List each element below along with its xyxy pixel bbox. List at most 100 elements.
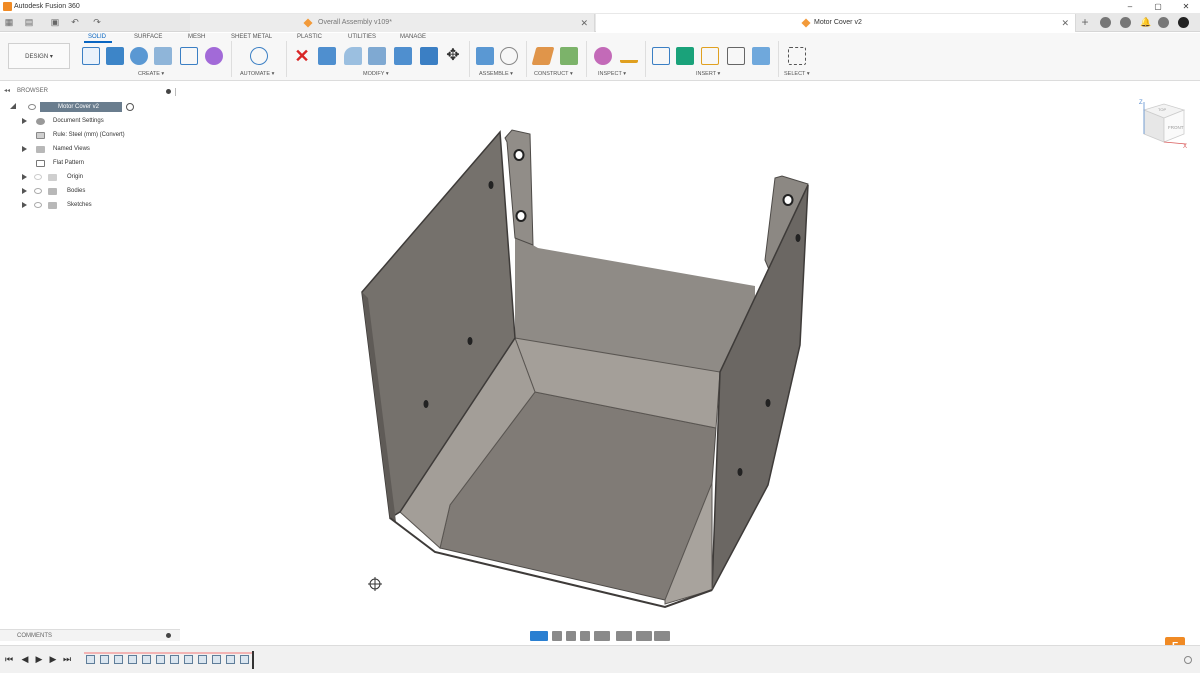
timeline-feature[interactable] xyxy=(142,655,151,664)
midplane-icon[interactable] xyxy=(560,47,578,65)
insert-svg-icon[interactable] xyxy=(727,47,745,65)
insert-derive-icon[interactable] xyxy=(652,47,670,65)
visibility-eye-icon[interactable] xyxy=(34,174,42,180)
fit-icon[interactable] xyxy=(594,631,610,641)
close-tab-icon[interactable]: ✕ xyxy=(1061,14,1069,32)
job-status-icon[interactable] xyxy=(1120,17,1131,28)
step-forward-icon[interactable]: ▶ xyxy=(48,654,58,664)
minimize-button[interactable]: – xyxy=(1120,0,1140,13)
extrude-icon[interactable] xyxy=(106,47,124,65)
create-menu[interactable]: CREATE ▾ xyxy=(138,71,164,77)
press-pull-icon[interactable] xyxy=(318,47,336,65)
create-sketch-icon[interactable] xyxy=(82,47,100,65)
timeline-feature[interactable] xyxy=(212,655,221,664)
play-icon[interactable]: ▶ xyxy=(34,654,44,664)
activate-radio-icon[interactable] xyxy=(126,103,134,111)
automate-icon[interactable] xyxy=(250,47,268,65)
hole-icon[interactable] xyxy=(154,47,172,65)
select-icon[interactable] xyxy=(788,47,806,65)
insert-mcmaster-icon[interactable] xyxy=(676,47,694,65)
timeline-feature[interactable] xyxy=(86,655,95,664)
grid-snaps-icon[interactable] xyxy=(636,631,652,641)
expand-icon[interactable] xyxy=(22,188,27,194)
pattern-icon[interactable] xyxy=(180,47,198,65)
joint-icon[interactable] xyxy=(500,47,518,65)
shell-icon[interactable] xyxy=(394,47,412,65)
orbit-icon[interactable] xyxy=(530,631,548,641)
close-window-button[interactable]: ✕ xyxy=(1176,0,1196,13)
tab-surface[interactable]: SURFACE xyxy=(134,34,162,40)
tab-manage[interactable]: MANAGE xyxy=(400,34,426,40)
resize-handle[interactable] xyxy=(175,88,176,96)
expand-icon[interactable] xyxy=(22,202,27,208)
tab-motor-cover[interactable]: Motor Cover v2 ✕ xyxy=(596,14,1076,32)
combine-icon[interactable] xyxy=(420,47,438,65)
timeline-feature[interactable] xyxy=(170,655,179,664)
workspace-switcher[interactable]: DESIGN ▾ xyxy=(8,43,70,69)
sheet-metal-part[interactable] xyxy=(180,84,1200,644)
display-settings-icon[interactable] xyxy=(616,631,632,641)
canvas-icon[interactable] xyxy=(752,47,770,65)
chamfer-icon[interactable] xyxy=(368,47,386,65)
tab-sheet-metal[interactable]: SHEET METAL xyxy=(231,34,272,40)
interference-icon[interactable] xyxy=(594,47,612,65)
viewports-icon[interactable] xyxy=(654,631,670,641)
timeline-feature[interactable] xyxy=(184,655,193,664)
expand-icon[interactable] xyxy=(22,118,27,124)
timeline-feature[interactable] xyxy=(156,655,165,664)
visibility-eye-icon[interactable] xyxy=(34,188,42,194)
timeline-feature[interactable] xyxy=(198,655,207,664)
select-menu[interactable]: SELECT ▾ xyxy=(784,71,810,77)
collapse-browser-icon[interactable]: ◂◂ xyxy=(4,86,10,97)
browser-root-node[interactable]: Motor Cover v2 xyxy=(10,101,134,113)
grid-apps-icon[interactable]: ▦ xyxy=(4,17,14,27)
comments-panel[interactable]: COMMENTS xyxy=(0,629,180,641)
automate-menu[interactable]: AUTOMATE ▾ xyxy=(240,71,274,77)
visibility-eye-icon[interactable] xyxy=(34,202,42,208)
design-canvas[interactable] xyxy=(180,84,1200,644)
visibility-eye-icon[interactable] xyxy=(28,104,36,110)
timeline-feature[interactable] xyxy=(226,655,235,664)
view-cube[interactable]: TOP FRONT Z X xyxy=(1134,96,1190,152)
timeline-feature[interactable] xyxy=(240,655,249,664)
new-tab-icon[interactable]: + xyxy=(1080,16,1090,28)
expand-root-icon[interactable] xyxy=(10,103,16,109)
maximize-button[interactable]: ▢ xyxy=(1148,0,1168,13)
help-icon[interactable] xyxy=(1158,17,1169,28)
extensions-icon[interactable] xyxy=(1100,17,1111,28)
form-icon[interactable] xyxy=(205,47,223,65)
go-to-end-icon[interactable]: ⏭ xyxy=(62,654,72,664)
notifications-icon[interactable]: 🔔 xyxy=(1140,17,1151,27)
tab-mesh[interactable]: MESH xyxy=(188,34,205,40)
timeline-feature[interactable] xyxy=(114,655,123,664)
expand-icon[interactable] xyxy=(22,174,27,180)
tab-solid[interactable]: SOLID xyxy=(88,34,106,40)
timeline-marker[interactable] xyxy=(252,651,254,669)
construct-menu[interactable]: CONSTRUCT ▾ xyxy=(534,71,573,77)
timeline-feature[interactable] xyxy=(100,655,109,664)
browser-pin-icon[interactable] xyxy=(166,89,171,94)
move-copy-icon[interactable]: ✥ xyxy=(444,47,462,65)
go-to-start-icon[interactable]: ⏮ xyxy=(4,654,14,664)
assemble-menu[interactable]: ASSEMBLE ▾ xyxy=(479,71,513,77)
zoom-icon[interactable] xyxy=(580,631,590,641)
tab-utilities[interactable]: UTILITIES xyxy=(348,34,376,40)
pan-icon[interactable] xyxy=(566,631,576,641)
modify-menu[interactable]: MODIFY ▾ xyxy=(363,71,389,77)
timeline-feature[interactable] xyxy=(128,655,137,664)
redo-icon[interactable]: ↷ xyxy=(92,17,102,27)
measure-icon[interactable] xyxy=(620,51,638,63)
offset-plane-icon[interactable] xyxy=(531,47,555,65)
expand-icon[interactable] xyxy=(22,146,27,152)
new-component-icon[interactable] xyxy=(476,47,494,65)
inspect-menu[interactable]: INSPECT ▾ xyxy=(598,71,626,77)
account-avatar[interactable] xyxy=(1178,17,1189,28)
close-tab-icon[interactable]: ✕ xyxy=(580,14,588,32)
step-back-icon[interactable]: ◀ xyxy=(20,654,30,664)
insert-menu[interactable]: INSERT ▾ xyxy=(696,71,720,77)
look-at-icon[interactable] xyxy=(552,631,562,641)
fillet-icon[interactable] xyxy=(344,47,362,65)
save-icon[interactable]: ▣ xyxy=(50,17,60,27)
file-menu-icon[interactable]: ▤ xyxy=(24,17,34,27)
undo-icon[interactable]: ↶ xyxy=(70,17,80,27)
